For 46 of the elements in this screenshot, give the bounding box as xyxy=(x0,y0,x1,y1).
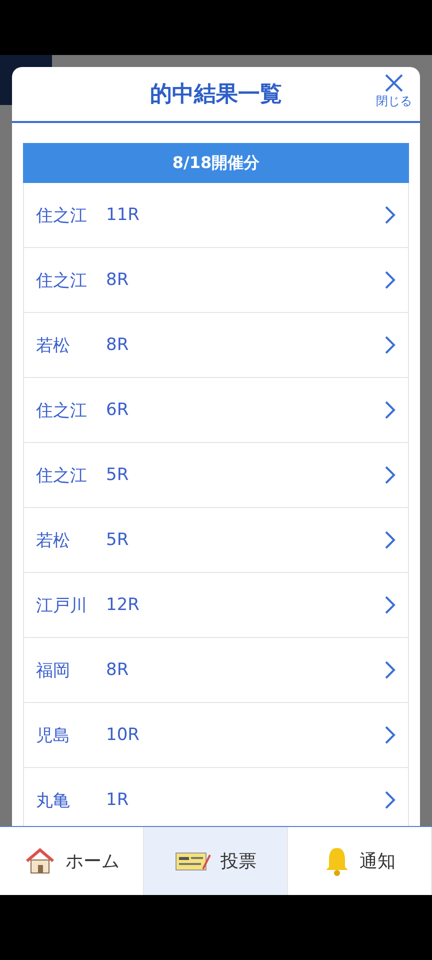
venue-label: 児島 xyxy=(36,724,71,746)
chevron-right-icon xyxy=(384,790,396,810)
venue-label: 若松 xyxy=(36,334,71,356)
chevron-right-icon xyxy=(384,400,396,420)
venue-label: 福岡 xyxy=(36,660,71,682)
race-label: 6R xyxy=(106,400,130,420)
race-row[interactable]: 住之江 5R xyxy=(23,443,409,508)
chevron-right-icon xyxy=(384,270,396,290)
venue-label: 江戸川 xyxy=(36,594,88,616)
chevron-right-icon xyxy=(384,530,396,550)
race-label: 1R xyxy=(106,790,130,810)
race-label: 8R xyxy=(106,270,130,290)
race-label: 8R xyxy=(106,335,130,355)
close-icon xyxy=(384,73,404,93)
race-row[interactable]: 児島 10R xyxy=(23,703,409,768)
venue-label: 住之江 xyxy=(36,400,88,422)
race-row[interactable]: 住之江 6R xyxy=(23,378,409,443)
race-label: 10R xyxy=(106,725,140,745)
venue-label: 住之江 xyxy=(36,204,88,226)
chevron-right-icon xyxy=(384,660,396,680)
race-label: 5R xyxy=(106,530,130,550)
venue-label: 丸亀 xyxy=(36,790,71,812)
race-row[interactable]: 福岡 8R xyxy=(23,638,409,703)
race-row[interactable]: 住之江 8R xyxy=(23,248,409,313)
race-label: 12R xyxy=(106,595,140,615)
chevron-right-icon xyxy=(384,595,396,615)
race-label: 8R xyxy=(106,660,130,680)
race-row[interactable]: 若松 5R xyxy=(23,508,409,573)
close-button[interactable]: 閉じる xyxy=(376,73,412,110)
house-icon xyxy=(24,847,56,875)
race-row[interactable]: 住之江 11R xyxy=(23,183,409,248)
venue-label: 住之江 xyxy=(36,270,88,292)
race-row[interactable]: 江戸川 12R xyxy=(23,573,409,638)
chevron-right-icon xyxy=(384,465,396,485)
race-row[interactable]: 若松 8R xyxy=(23,313,409,378)
chevron-right-icon xyxy=(384,725,396,745)
race-label: 11R xyxy=(106,205,140,225)
race-label: 5R xyxy=(106,465,130,485)
chevron-right-icon xyxy=(384,205,396,225)
nav-tab[interactable]: 投票 xyxy=(144,827,288,895)
dialog-title: 的中結果一覧 xyxy=(150,81,282,109)
chevron-right-icon xyxy=(384,335,396,355)
venue-label: 住之江 xyxy=(36,464,88,486)
bell-icon xyxy=(324,846,350,876)
venue-label: 若松 xyxy=(36,530,71,552)
date-header: 8/18開催分 xyxy=(23,143,409,183)
